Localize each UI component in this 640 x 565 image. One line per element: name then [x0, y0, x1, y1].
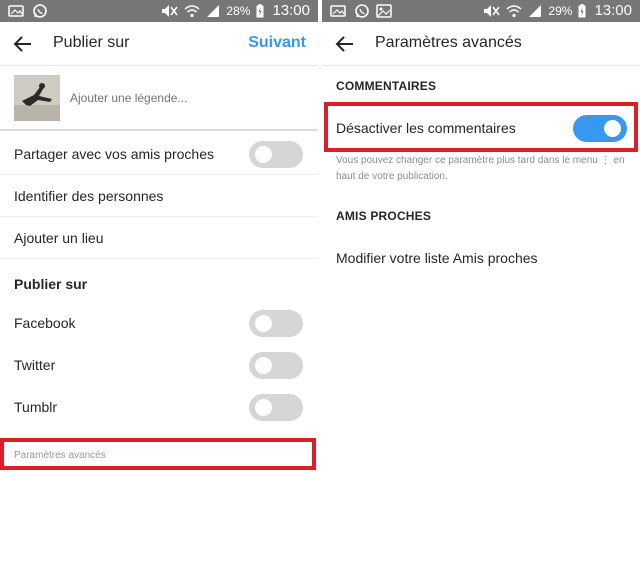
- tag-people-label: Identifier des personnes: [14, 188, 164, 204]
- wifi-icon: [506, 4, 522, 17]
- caption-row: [0, 67, 318, 131]
- whatsapp-icon: [33, 4, 47, 18]
- status-bar: 28% 13:00: [0, 0, 318, 22]
- back-arrow-icon[interactable]: [12, 33, 34, 55]
- close-friends-section-title: AMIS PROCHES: [336, 209, 432, 223]
- right-screen: 29% 13:00 Paramètres avancés COMMENTAIRE…: [322, 0, 640, 565]
- signal-icon: [207, 4, 220, 17]
- mute-icon: [162, 4, 179, 17]
- back-arrow-icon[interactable]: [334, 33, 356, 55]
- network-row-twitter[interactable]: Twitter: [0, 344, 318, 386]
- top-bar: Publier sur Suivant: [0, 22, 318, 66]
- network-row-facebook[interactable]: Facebook: [0, 302, 318, 344]
- wifi-icon: [184, 4, 200, 17]
- tag-people-row[interactable]: Identifier des personnes: [0, 175, 318, 217]
- post-thumbnail: [14, 75, 60, 121]
- battery-charging-icon: [256, 3, 264, 17]
- caption-input[interactable]: [70, 91, 300, 105]
- gallery-notification-icon: [8, 5, 24, 17]
- toggle-knob: [255, 399, 272, 416]
- disable-comments-row[interactable]: Désactiver les commentaires: [324, 102, 638, 152]
- close-friends-row[interactable]: Partager avec vos amis proches: [0, 133, 318, 175]
- image-notification-icon: [376, 4, 392, 18]
- publish-section-title: Publier sur: [14, 276, 88, 292]
- gallery-notification-icon: [330, 5, 346, 17]
- network-label: Tumblr: [14, 399, 58, 415]
- page-title: Publier sur: [53, 34, 130, 51]
- network-row-tumblr[interactable]: Tumblr: [0, 386, 318, 428]
- facebook-toggle[interactable]: [249, 310, 303, 337]
- add-location-label: Ajouter un lieu: [14, 230, 104, 246]
- battery-charging-icon: [578, 3, 586, 17]
- battery-percent: 29%: [548, 3, 573, 18]
- comments-helper-text: Vous pouvez changer ce paramètre plus ta…: [336, 155, 625, 182]
- twitter-toggle[interactable]: [249, 352, 303, 379]
- disable-comments-toggle[interactable]: [573, 115, 627, 142]
- status-bar: 29% 13:00: [322, 0, 640, 22]
- advanced-settings-link[interactable]: Paramètres avancés: [0, 438, 316, 470]
- signal-icon: [529, 4, 542, 17]
- network-label: Twitter: [14, 357, 56, 373]
- tumblr-toggle[interactable]: [249, 394, 303, 421]
- whatsapp-icon: [355, 4, 369, 18]
- close-friends-toggle[interactable]: [249, 141, 303, 168]
- clock: 13:00: [272, 2, 310, 19]
- clock: 13:00: [594, 2, 632, 19]
- network-label: Facebook: [14, 315, 76, 331]
- page-title: Paramètres avancés: [375, 34, 522, 51]
- toggle-knob: [255, 315, 272, 332]
- edit-close-friends-link[interactable]: Modifier votre liste Amis proches: [336, 250, 538, 266]
- toggle-knob: [255, 357, 272, 374]
- top-bar: Paramètres avancés: [322, 22, 640, 66]
- battery-percent: 28%: [226, 3, 251, 18]
- close-friends-label: Partager avec vos amis proches: [14, 146, 214, 162]
- disable-comments-label: Désactiver les commentaires: [336, 120, 516, 136]
- toggle-knob: [255, 146, 272, 163]
- photo-image: [14, 75, 60, 121]
- toggle-knob: [604, 120, 621, 137]
- comments-section-title: COMMENTAIRES: [336, 79, 437, 93]
- left-screen: 28% 13:00 Publier sur Suivant Partager a…: [0, 0, 318, 565]
- add-location-row[interactable]: Ajouter un lieu: [0, 217, 318, 259]
- mute-icon: [484, 4, 501, 17]
- advanced-settings-label: Paramètres avancés: [14, 450, 106, 461]
- next-button[interactable]: Suivant: [248, 34, 306, 52]
